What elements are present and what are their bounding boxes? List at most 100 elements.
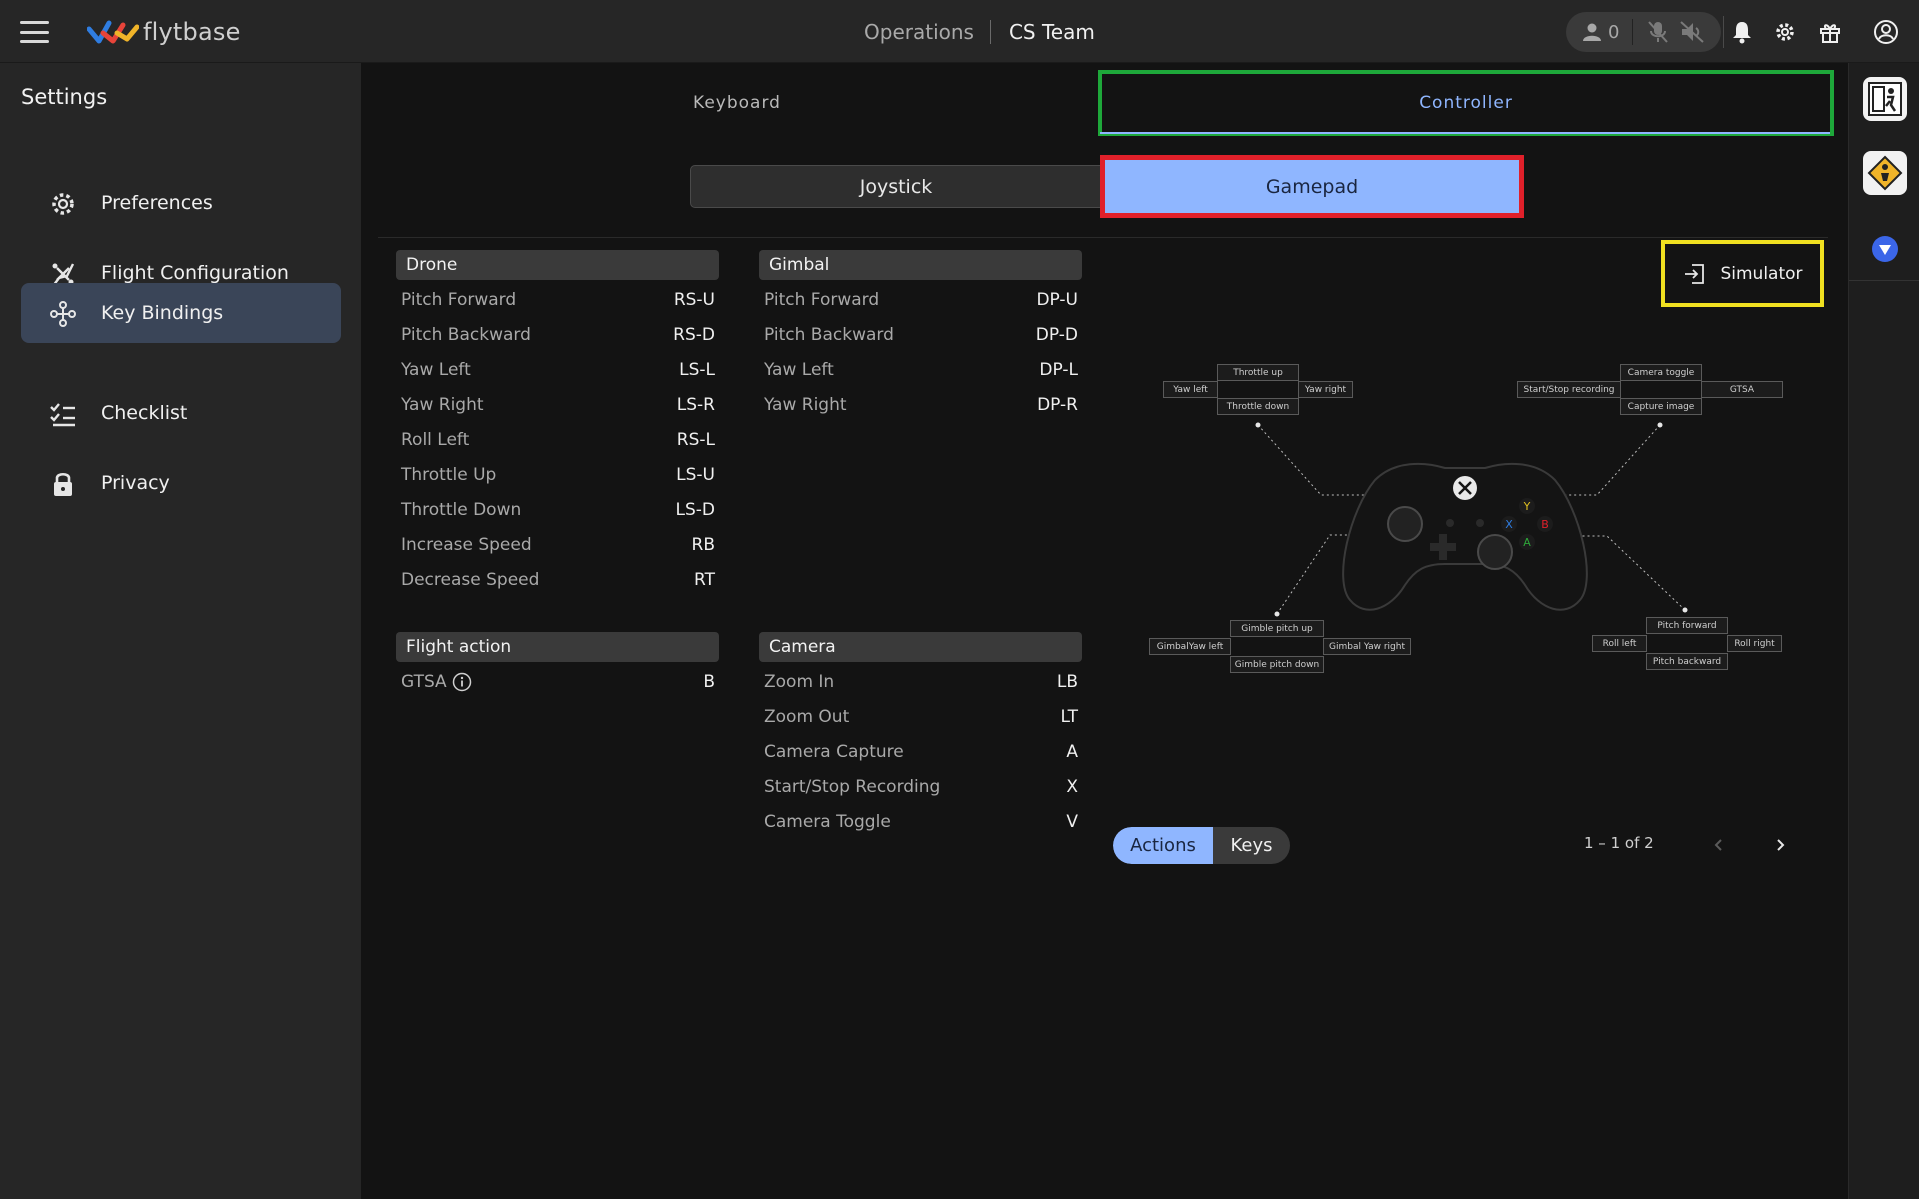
binding-label: GTSA [401, 671, 447, 692]
binding-key: RS-L [676, 429, 715, 450]
binding-label: Pitch Forward [401, 289, 517, 310]
label-roll-right: Roll right [1727, 635, 1782, 652]
binding-row[interactable]: Zoom In LB [759, 664, 1082, 699]
divider [1723, 16, 1724, 48]
sidebar-item-preferences[interactable]: Preferences [21, 173, 341, 233]
binding-label: Pitch Backward [401, 324, 531, 345]
mic-muted-icon[interactable] [1647, 20, 1669, 44]
binding-label-wrap: GTSA [401, 672, 472, 692]
toggle-keys[interactable]: Keys [1213, 827, 1290, 864]
section-title: Flight action [396, 632, 719, 662]
label-capture-image: Capture image [1620, 398, 1702, 415]
binding-row[interactable]: Throttle Down LS-D [396, 492, 719, 527]
label-gimble-pitch-up: Gimble pitch up [1230, 620, 1324, 637]
binding-key: X [1066, 776, 1078, 797]
binding-row[interactable]: Camera Toggle V [759, 804, 1082, 839]
tab-active-indicator [1100, 132, 1830, 134]
label-yaw-right: Yaw right [1298, 381, 1353, 398]
sidebar-item-checklist[interactable]: Checklist [21, 383, 341, 443]
speaker-muted-icon[interactable] [1679, 20, 1705, 44]
binding-key: RT [694, 569, 715, 590]
toggle-actions[interactable]: Actions [1113, 827, 1213, 864]
binding-label: Increase Speed [401, 534, 532, 555]
binding-row[interactable]: Pitch Forward RS-U [396, 282, 719, 317]
section-title: Drone [396, 250, 719, 280]
binding-label: Pitch Backward [764, 324, 894, 345]
gear-icon[interactable] [1773, 20, 1797, 44]
section-flight-action: Flight action GTSA B [396, 632, 719, 699]
binding-row[interactable]: Yaw Left LS-L [396, 352, 719, 387]
sidebar-item-key-bindings[interactable]: Key Bindings [21, 283, 341, 343]
chevron-left-icon [1714, 839, 1722, 851]
account-icon[interactable] [1873, 19, 1899, 45]
binding-list: GTSA B [396, 662, 719, 699]
binding-list: Pitch Forward DP-U Pitch Backward DP-D Yaw… [759, 280, 1082, 422]
binding-row[interactable]: Pitch Forward DP-U [759, 282, 1082, 317]
segment-gamepad[interactable]: Gamepad [1100, 155, 1524, 218]
binding-label: Pitch Forward [764, 289, 880, 310]
next-page-button[interactable] [1767, 832, 1793, 858]
binding-label: Yaw Left [764, 359, 834, 380]
nav-operations[interactable]: Operations [864, 20, 991, 44]
pagination-range: 1 – 1 of 2 [1584, 834, 1654, 852]
bell-icon[interactable] [1731, 20, 1753, 44]
tab-controller[interactable]: Controller [1098, 70, 1834, 136]
binding-row[interactable]: Pitch Backward RS-D [396, 317, 719, 352]
sidebar-item-label: Privacy [101, 472, 170, 494]
online-users[interactable]: 0 [1566, 22, 1632, 43]
binding-row[interactable]: Pitch Backward DP-D [759, 317, 1082, 352]
rail-app-1[interactable] [1863, 77, 1907, 121]
right-rail [1848, 63, 1919, 1199]
sidebar-item-privacy[interactable]: Privacy [21, 453, 341, 513]
sidebar-item-label: Flight Configuration [101, 262, 289, 284]
binding-list: Zoom In LB Zoom Out LT Camera Capture A Sta… [759, 662, 1082, 839]
label-camera-toggle: Camera toggle [1620, 364, 1702, 381]
binding-row[interactable]: Roll Left RS-L [396, 422, 719, 457]
prev-page-button[interactable] [1706, 832, 1732, 858]
binding-label: Zoom In [764, 671, 835, 692]
label-start-stop-recording: Start/Stop recording [1517, 381, 1621, 398]
svg-text:A: A [1523, 536, 1531, 549]
info-icon[interactable] [452, 672, 472, 692]
rail-app-2[interactable] [1863, 151, 1907, 195]
segment-joystick[interactable]: Joystick [690, 165, 1102, 208]
binding-row[interactable]: Yaw Right DP-R [759, 387, 1082, 422]
binding-key: LB [1056, 671, 1078, 692]
binding-label: Camera Capture [764, 741, 904, 762]
binding-row[interactable]: Yaw Right LS-R [396, 387, 719, 422]
binding-row[interactable]: Throttle Up LS-U [396, 457, 719, 492]
top-bar: flytbase Operations CS Team 0 [0, 0, 1919, 63]
binding-row[interactable]: Camera Capture A [759, 734, 1082, 769]
label-pitch-forward: Pitch forward [1646, 617, 1728, 634]
binding-label: Zoom Out [764, 706, 850, 727]
binding-row[interactable]: Yaw Left DP-L [759, 352, 1082, 387]
chevron-right-icon [1777, 839, 1785, 851]
simulator-button[interactable]: Simulator [1661, 240, 1824, 307]
checklist-icon [50, 403, 75, 427]
gift-icon[interactable] [1818, 20, 1842, 44]
svg-text:Y: Y [1523, 500, 1531, 513]
binding-key: LS-D [675, 499, 716, 520]
label-gtsa: GTSA [1701, 381, 1783, 398]
label-throttle-up: Throttle up [1217, 364, 1299, 381]
menu-icon[interactable] [20, 21, 49, 43]
binding-label: Roll Left [401, 429, 470, 450]
binding-key: RS-D [673, 324, 715, 345]
flytbase-logo[interactable]: flytbase [87, 15, 241, 49]
label-throttle-down: Throttle down [1217, 398, 1299, 415]
binding-row[interactable]: Decrease Speed RT [396, 562, 719, 597]
warning-sign-icon [1867, 155, 1903, 191]
user-icon [1583, 23, 1601, 41]
binding-label: Camera Toggle [764, 811, 891, 832]
rail-app-3[interactable] [1863, 227, 1907, 271]
divider [1849, 280, 1919, 281]
section-drone: Drone Pitch Forward RS-U Pitch Backward RS… [396, 250, 719, 597]
binding-row[interactable]: Increase Speed RB [396, 527, 719, 562]
label-gimble-pitch-down: Gimble pitch down [1230, 656, 1324, 673]
binding-key: DP-R [1037, 394, 1078, 415]
binding-row[interactable]: GTSA B [396, 664, 719, 699]
binding-row[interactable]: Start/Stop Recording X [759, 769, 1082, 804]
binding-row[interactable]: Zoom Out LT [759, 699, 1082, 734]
tab-keyboard[interactable]: Keyboard [378, 70, 1096, 136]
nav-team[interactable]: CS Team [991, 20, 1095, 44]
